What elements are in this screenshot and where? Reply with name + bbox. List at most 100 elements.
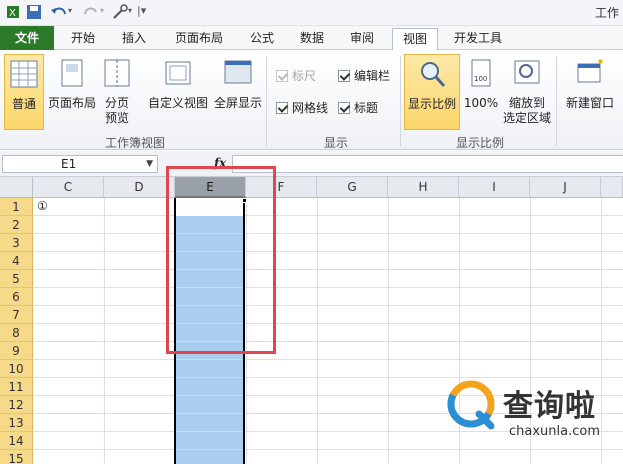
ribbon-separator bbox=[556, 56, 557, 146]
gridline bbox=[176, 449, 243, 450]
watermark-url: chaxunla.com bbox=[509, 424, 600, 439]
gridlines-checkbox[interactable]: 网格线 bbox=[276, 100, 328, 116]
row-header-14[interactable]: 14 bbox=[0, 432, 33, 450]
gridline bbox=[176, 431, 243, 432]
cell-c1[interactable]: ① bbox=[37, 199, 48, 213]
row-header-4[interactable]: 4 bbox=[0, 252, 33, 270]
formula-bar-checkbox[interactable]: 编辑栏 bbox=[338, 68, 390, 84]
undo-icon[interactable] bbox=[50, 4, 70, 20]
select-all-corner[interactable] bbox=[0, 177, 33, 198]
tab-view[interactable]: 视图 bbox=[392, 28, 438, 51]
magnifier-icon bbox=[421, 62, 446, 87]
tab-page-layout[interactable]: 页面布局 bbox=[164, 28, 234, 50]
row-header-6[interactable]: 6 bbox=[0, 288, 33, 306]
gridline bbox=[176, 413, 243, 414]
zoom-button[interactable]: 显示比例 bbox=[404, 54, 460, 130]
tab-file[interactable]: 文件 bbox=[0, 26, 54, 50]
ruler-checkbox[interactable]: 标尺 bbox=[276, 68, 316, 84]
row-header-13[interactable]: 13 bbox=[0, 414, 33, 432]
row-header-5[interactable]: 5 bbox=[0, 270, 33, 288]
tab-formulas[interactable]: 公式 bbox=[240, 28, 284, 50]
row-header-2[interactable]: 2 bbox=[0, 216, 33, 234]
row-header-12[interactable]: 12 bbox=[0, 396, 33, 414]
quick-access-toolbar: X ▾ ▾ ▾ |▾ 工作 bbox=[0, 0, 623, 26]
svg-text:X: X bbox=[9, 8, 16, 19]
redo-dropdown-icon[interactable]: ▾ bbox=[100, 6, 104, 15]
gridline bbox=[33, 233, 623, 234]
gridline bbox=[176, 359, 243, 360]
tab-home[interactable]: 开始 bbox=[58, 28, 108, 50]
row-header-9[interactable]: 9 bbox=[0, 342, 33, 360]
gridline bbox=[33, 377, 623, 378]
qat-dropdown-icon[interactable]: ▾ bbox=[128, 6, 132, 15]
gridline bbox=[33, 341, 623, 342]
page-layout-view-button[interactable]: 页面布局 bbox=[46, 58, 98, 111]
formula-bar-area: E1 ▼ fx bbox=[0, 151, 623, 177]
watermark-logo-icon bbox=[447, 380, 495, 430]
gridline bbox=[176, 377, 243, 378]
worksheet-grid[interactable]: C D E F G H I J 1 2 3 4 5 6 7 8 9 10 11 … bbox=[0, 177, 623, 464]
tab-developer[interactable]: 开发工具 bbox=[446, 28, 510, 50]
row-header-15[interactable]: 15 bbox=[0, 450, 33, 464]
custom-views-icon bbox=[165, 61, 191, 85]
zoom-selection-icon bbox=[514, 60, 540, 84]
page-break-icon bbox=[104, 59, 130, 87]
page-layout-icon bbox=[61, 59, 83, 87]
ribbon-separator bbox=[266, 56, 267, 146]
ribbon-view: 普通 页面布局 分页 预览 自定义视图 全屏显示 工作簿视图 标尺 编辑栏 网格… bbox=[0, 50, 623, 150]
row-header-10[interactable]: 10 bbox=[0, 360, 33, 378]
row-header-3[interactable]: 3 bbox=[0, 234, 33, 252]
row-header-11[interactable]: 11 bbox=[0, 378, 33, 396]
new-window-icon bbox=[577, 59, 603, 83]
watermark-name: 查询啦 bbox=[503, 389, 596, 424]
row-header-1[interactable]: 1 bbox=[0, 198, 33, 216]
gridline bbox=[33, 305, 623, 306]
tab-insert[interactable]: 插入 bbox=[112, 28, 156, 50]
row-header-8[interactable]: 8 bbox=[0, 324, 33, 342]
formula-input[interactable] bbox=[232, 155, 623, 173]
tab-review[interactable]: 审阅 bbox=[340, 28, 384, 50]
normal-view-button[interactable]: 普通 bbox=[4, 54, 44, 130]
gridline bbox=[104, 198, 105, 464]
column-header-d[interactable]: D bbox=[104, 177, 175, 198]
undo-dropdown-icon[interactable]: ▾ bbox=[68, 6, 72, 15]
column-header-next[interactable] bbox=[601, 177, 623, 198]
workbook-views-group-label: 工作簿视图 bbox=[104, 136, 165, 150]
redo-icon[interactable] bbox=[80, 4, 100, 20]
checkbox-icon bbox=[338, 102, 350, 114]
tab-data[interactable]: 数据 bbox=[290, 28, 334, 50]
full-screen-button[interactable]: 全屏显示 bbox=[212, 58, 264, 111]
normal-view-icon bbox=[10, 60, 38, 88]
page-break-preview-button[interactable]: 分页 预览 bbox=[100, 58, 134, 126]
name-box-dropdown-icon[interactable]: ▼ bbox=[146, 156, 153, 172]
gridline bbox=[601, 198, 602, 464]
row-header-7[interactable]: 7 bbox=[0, 306, 33, 324]
column-header-j[interactable]: J bbox=[530, 177, 601, 198]
ribbon-tabs: 文件 开始 插入 页面布局 公式 数据 审阅 视图 开发工具 bbox=[0, 26, 623, 51]
gridline bbox=[33, 215, 623, 216]
gridline bbox=[33, 251, 623, 252]
gridline bbox=[388, 198, 389, 464]
name-box[interactable]: E1 ▼ bbox=[2, 155, 158, 173]
gridline bbox=[33, 359, 623, 360]
gridline bbox=[33, 449, 623, 450]
svg-text:100: 100 bbox=[474, 75, 487, 83]
save-icon[interactable] bbox=[26, 4, 42, 20]
checkbox-icon bbox=[338, 70, 350, 82]
zoom-100-icon: 100 bbox=[471, 59, 491, 87]
gridline bbox=[33, 287, 623, 288]
ribbon-separator bbox=[400, 56, 401, 146]
full-screen-icon bbox=[224, 60, 252, 84]
column-header-h[interactable]: H bbox=[388, 177, 459, 198]
window-title: 工作 bbox=[594, 6, 619, 20]
headings-checkbox[interactable]: 标题 bbox=[338, 100, 378, 116]
zoom-to-selection-button[interactable]: 缩放到 选定区域 bbox=[500, 58, 554, 126]
zoom-100-button[interactable]: 100 100% bbox=[462, 58, 500, 111]
column-header-i[interactable]: I bbox=[459, 177, 530, 198]
custom-views-button[interactable]: 自定义视图 bbox=[146, 58, 210, 111]
column-header-c[interactable]: C bbox=[33, 177, 104, 198]
zoom-group-label: 显示比例 bbox=[455, 136, 504, 150]
column-header-g[interactable]: G bbox=[317, 177, 388, 198]
qat-customize-icon[interactable]: |▾ bbox=[137, 4, 146, 17]
new-window-button[interactable]: 新建窗口 bbox=[560, 58, 620, 111]
